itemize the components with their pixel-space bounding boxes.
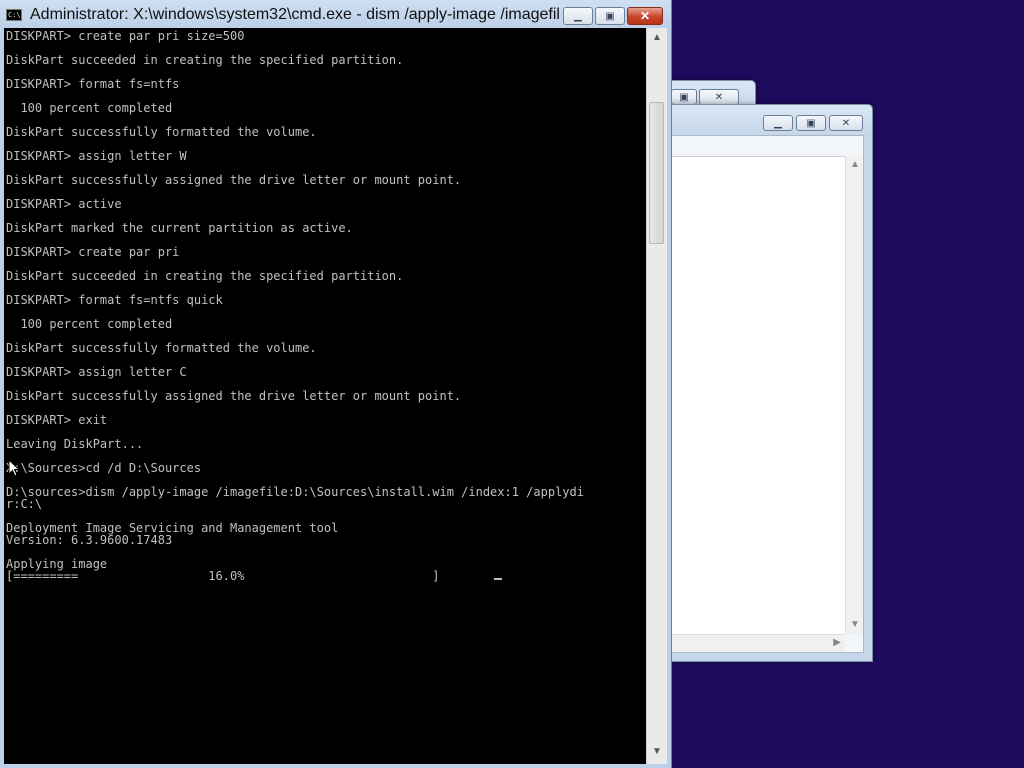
console-line: DISKPART> assign letter W — [6, 149, 187, 163]
text-cursor — [494, 578, 502, 580]
console-line: DISKPART> format fs=ntfs quick — [6, 293, 223, 307]
cmd-vertical-scrollbar[interactable]: ▲ ▼ — [646, 28, 667, 764]
console-line: Leaving DiskPart... — [6, 437, 144, 451]
background-window-a-close-button[interactable]: ✕ — [699, 89, 739, 105]
scrollbar-thumb[interactable] — [649, 102, 664, 244]
scroll-up-arrow-icon[interactable]: ▲ — [652, 32, 662, 43]
background-window-b-minimize-button[interactable]: ▁ — [763, 115, 793, 131]
cmd-app-icon[interactable]: C:\ — [6, 9, 22, 21]
console-line: DiskPart succeeded in creating the speci… — [6, 269, 404, 283]
console-line: Version: 6.3.9600.17483 — [6, 533, 173, 547]
console-line: DISKPART> exit — [6, 413, 108, 427]
background-window-b-close-button[interactable]: ✕ — [829, 115, 863, 131]
console-line: DISKPART> create par pri size=500 — [6, 29, 245, 43]
background-window-b-content-area[interactable] — [650, 156, 845, 634]
background-window-b-horizontal-scrollbar[interactable]: ▶ — [650, 634, 845, 652]
scroll-down-arrow-icon[interactable]: ▼ — [652, 746, 662, 757]
progress-bar-text: [========= 16.0% ] — [6, 569, 440, 583]
background-window-a-maximize-button[interactable]: ▣ — [671, 89, 697, 105]
console-line: DiskPart successfully assigned the drive… — [6, 389, 462, 403]
console-line: DISKPART> format fs=ntfs — [6, 77, 180, 91]
console-line: DiskPart successfully assigned the drive… — [6, 173, 462, 187]
maximize-button[interactable]: ▣ — [595, 7, 625, 25]
console-line: DiskPart successfully formatted the volu… — [6, 125, 317, 139]
scroll-right-arrow-icon[interactable]: ▶ — [833, 638, 841, 648]
console-line: DiskPart successfully formatted the volu… — [6, 341, 317, 355]
background-window-b-client: ▲ ▼ ▶ — [649, 135, 864, 653]
console-line: DiskPart succeeded in creating the speci… — [6, 53, 404, 67]
background-window-b[interactable]: ▁ ▣ ✕ ▲ ▼ ▶ — [640, 104, 873, 662]
scroll-down-arrow-icon[interactable]: ▼ — [850, 620, 860, 630]
window-title: Administrator: X:\windows\system32\cmd.e… — [30, 6, 560, 23]
mouse-pointer-icon — [8, 459, 20, 477]
close-button[interactable]: ✕ — [627, 7, 663, 25]
console-line: DISKPART> active — [6, 197, 122, 211]
background-window-b-vertical-scrollbar[interactable]: ▲ ▼ — [845, 156, 863, 634]
console-line: 100 percent completed — [6, 101, 173, 115]
minimize-button[interactable]: ▁ — [563, 7, 593, 25]
console-line: D:\sources>dism /apply-image /imagefile:… — [6, 485, 584, 499]
background-window-b-maximize-button[interactable]: ▣ — [796, 115, 826, 131]
console-output[interactable]: DISKPART> create par pri size=500 DiskPa… — [4, 28, 646, 764]
console-line: DiskPart marked the current partition as… — [6, 221, 353, 235]
console-line: 100 percent completed — [6, 317, 173, 331]
console-line: DISKPART> assign letter C — [6, 365, 187, 379]
console-line: X:\Sources>cd /d D:\Sources — [6, 461, 202, 475]
console-line: DISKPART> create par pri — [6, 245, 180, 259]
cmd-window[interactable]: C:\ Administrator: X:\windows\system32\c… — [0, 0, 672, 768]
scroll-up-arrow-icon[interactable]: ▲ — [850, 160, 860, 170]
cmd-titlebar[interactable]: C:\ Administrator: X:\windows\system32\c… — [0, 0, 671, 30]
console-line: r:C:\ — [6, 497, 43, 511]
